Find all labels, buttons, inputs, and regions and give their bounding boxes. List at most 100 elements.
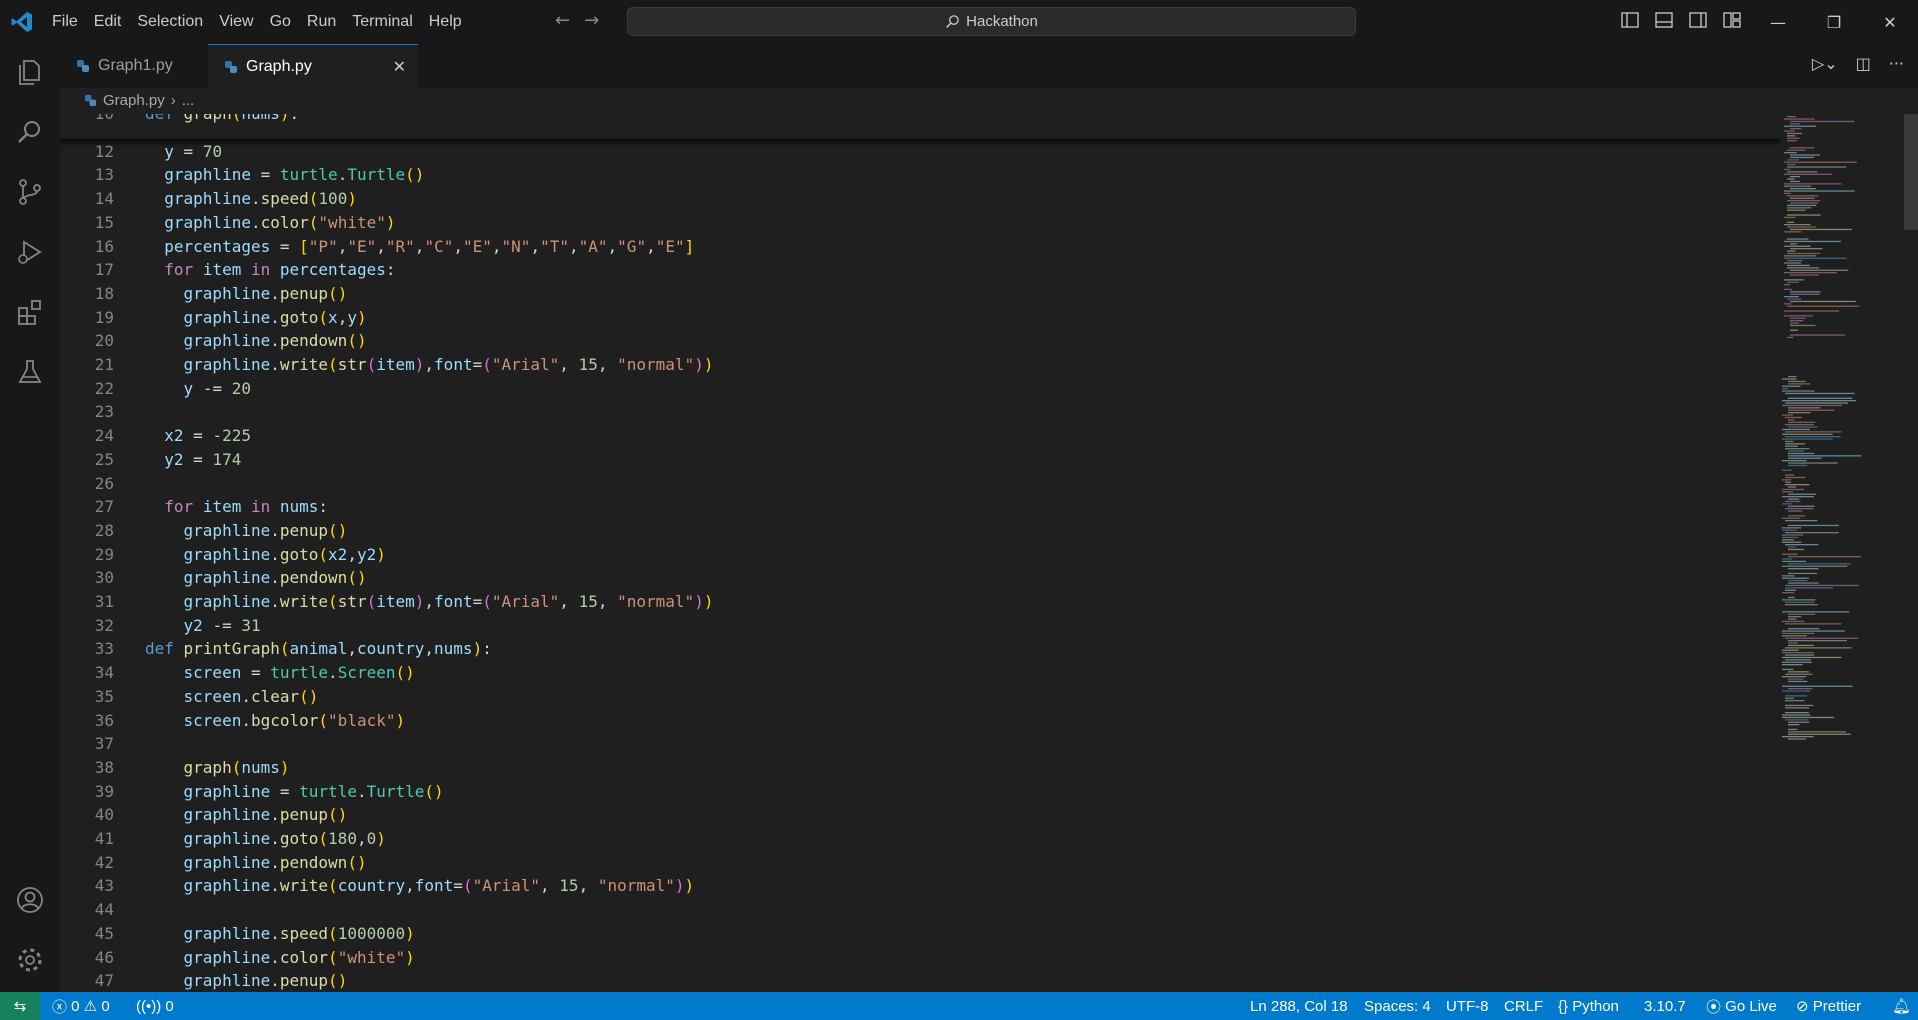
code-line[interactable]: 15 graphline.color("white") xyxy=(60,211,1780,235)
command-center-search[interactable]: Hackathon xyxy=(627,7,1356,36)
code-line[interactable]: 25 y2 = 174 xyxy=(60,448,1780,472)
minimap-line xyxy=(1790,197,1815,199)
vertical-scrollbar[interactable] xyxy=(1904,114,1918,992)
menu-edit[interactable]: Edit xyxy=(86,13,130,31)
end-of-line[interactable]: CRLF xyxy=(1504,992,1543,1020)
menu-run[interactable]: Run xyxy=(299,13,344,31)
code-line[interactable]: 29 graphline.goto(x2,y2) xyxy=(60,543,1780,567)
code-line[interactable]: 30 graphline.pendown() xyxy=(60,566,1780,590)
code-line[interactable]: 45 graphline.speed(1000000) xyxy=(60,922,1780,946)
toggle-secondary-sidebar-icon[interactable] xyxy=(1688,10,1708,30)
cursor-position[interactable]: Ln 288, Col 18 xyxy=(1250,992,1348,1020)
minimap-line xyxy=(1790,176,1801,178)
code-line[interactable]: 31 graphline.write(str(item),font=("Aria… xyxy=(60,590,1780,614)
account-icon[interactable] xyxy=(14,884,46,916)
menu-file[interactable]: File xyxy=(44,13,86,31)
python-version[interactable]: 3.10.7 xyxy=(1644,992,1686,1020)
minimap-line xyxy=(1788,421,1816,423)
minimap-line xyxy=(1785,637,1858,639)
breadcrumb-file[interactable]: Graph.py xyxy=(103,92,165,109)
code-line[interactable]: 16 percentages = ["P","E","R","C","E","N… xyxy=(60,235,1780,259)
more-actions-icon[interactable]: ··· xyxy=(1889,54,1904,73)
search-icon[interactable] xyxy=(14,116,46,148)
indentation[interactable]: Spaces: 4 xyxy=(1364,992,1431,1020)
code-line[interactable]: 42 graphline.pendown() xyxy=(60,851,1780,875)
menu-go[interactable]: Go xyxy=(262,13,299,31)
menu-terminal[interactable]: Terminal xyxy=(344,13,420,31)
ports-indicator[interactable]: ((•)) 0 xyxy=(136,992,174,1020)
code-line[interactable]: 36 screen.bgcolor("black") xyxy=(60,709,1780,733)
code-line[interactable]: 19 graphline.goto(x,y) xyxy=(60,306,1780,330)
code-line[interactable]: 22 y -= 20 xyxy=(60,377,1780,401)
code-line[interactable]: 44 xyxy=(60,898,1780,922)
code-line[interactable]: 10 def graph(nums): xyxy=(60,114,1780,126)
prettier-button[interactable]: ⊘ Prettier xyxy=(1796,992,1861,1020)
minimap[interactable] xyxy=(1780,114,1904,992)
explorer-icon[interactable] xyxy=(14,56,46,88)
code-line[interactable]: 12 y = 70 xyxy=(60,140,1780,164)
minimap-line xyxy=(1785,474,1795,476)
menu-help[interactable]: Help xyxy=(421,13,470,31)
run-file-icon[interactable]: ▷⌄ xyxy=(1812,54,1838,73)
customize-layout-icon[interactable] xyxy=(1722,10,1742,30)
code-line[interactable]: 23 xyxy=(60,400,1780,424)
code-line[interactable]: 39 graphline = turtle.Turtle() xyxy=(60,780,1780,804)
source-control-icon[interactable] xyxy=(14,176,46,208)
code-line[interactable]: 20 graphline.pendown() xyxy=(60,329,1780,353)
toggle-panel-icon[interactable] xyxy=(1654,10,1674,30)
close-tab-icon[interactable]: ✕ xyxy=(393,57,406,77)
code-line[interactable]: 14 graphline.speed(100) xyxy=(60,187,1780,211)
code-line[interactable]: 41 graphline.goto(180,0) xyxy=(60,827,1780,851)
minimap-line xyxy=(1785,416,1802,419)
back-arrow-icon[interactable]: ← xyxy=(555,10,570,31)
code-line[interactable]: 33 def printGraph(animal,country,nums): xyxy=(60,637,1780,661)
problems-indicator[interactable]: ⓧ 0 ⚠ 0 xyxy=(52,992,110,1020)
code-line[interactable]: 38 graph(nums) xyxy=(60,756,1780,780)
code-line[interactable]: 18 graphline.penup() xyxy=(60,282,1780,306)
minimap-line xyxy=(1782,690,1811,692)
minimize-icon[interactable]: — xyxy=(1750,0,1806,44)
minimap-line xyxy=(1788,568,1819,570)
code-line[interactable]: 47 graphline.penup() xyxy=(60,969,1780,992)
scrollbar-thumb[interactable] xyxy=(1904,114,1918,230)
code-line[interactable]: 46 graphline.color("white") xyxy=(60,946,1780,970)
code-editor[interactable]: 10def graph(nums): 12 y = 7013 graphline … xyxy=(60,114,1780,992)
minimap-line xyxy=(1782,649,1799,651)
tab-graph1[interactable]: Graph1.py xyxy=(60,44,208,88)
language-mode[interactable]: {} Python xyxy=(1558,992,1619,1020)
code-line[interactable]: 43 graphline.write(country,font=("Arial"… xyxy=(60,874,1780,898)
forward-arrow-icon[interactable]: → xyxy=(584,10,599,31)
code-line[interactable]: 24 x2 = -225 xyxy=(60,424,1780,448)
encoding[interactable]: UTF-8 xyxy=(1446,992,1489,1020)
minimap-line xyxy=(1782,536,1799,539)
menu-selection[interactable]: Selection xyxy=(129,13,211,31)
minimap-line xyxy=(1787,207,1812,209)
settings-icon[interactable] xyxy=(14,944,46,976)
toggle-primary-sidebar-icon[interactable] xyxy=(1620,10,1640,30)
extensions-icon[interactable] xyxy=(14,296,46,328)
menu-view[interactable]: View xyxy=(211,13,261,31)
minimap-line xyxy=(1784,216,1796,219)
code-line[interactable]: 40 graphline.penup() xyxy=(60,803,1780,827)
breadcrumb-symbol[interactable]: ... xyxy=(182,92,195,109)
code-line[interactable]: 28 graphline.penup() xyxy=(60,519,1780,543)
code-line[interactable]: 27 for item in nums: xyxy=(60,495,1780,519)
code-line[interactable]: 26 xyxy=(60,472,1780,496)
code-line[interactable]: 34 screen = turtle.Screen() xyxy=(60,661,1780,685)
minimap-line xyxy=(1785,584,1859,587)
close-window-icon[interactable]: ✕ xyxy=(1862,0,1918,44)
notifications-bell-icon[interactable]: 🔔︎ xyxy=(1892,992,1911,1020)
code-line[interactable]: 37 xyxy=(60,732,1780,756)
testing-icon[interactable] xyxy=(14,356,46,388)
code-line[interactable]: 32 y2 -= 31 xyxy=(60,614,1780,638)
restore-icon[interactable]: ❐ xyxy=(1806,0,1862,44)
code-line[interactable]: 35 screen.clear() xyxy=(60,685,1780,709)
remote-indicator-icon[interactable]: ⇆ xyxy=(0,992,40,1020)
tab-graph[interactable]: Graph.py ✕ xyxy=(208,44,418,88)
go-live-button[interactable]: ⦿ Go Live xyxy=(1706,992,1777,1020)
code-line[interactable]: 17 for item in percentages: xyxy=(60,258,1780,282)
split-editor-icon[interactable]: ◫ xyxy=(1856,54,1871,73)
code-line[interactable]: 13 graphline = turtle.Turtle() xyxy=(60,163,1780,187)
code-line[interactable]: 21 graphline.write(str(item),font=("Aria… xyxy=(60,353,1780,377)
run-debug-icon[interactable] xyxy=(14,236,46,268)
